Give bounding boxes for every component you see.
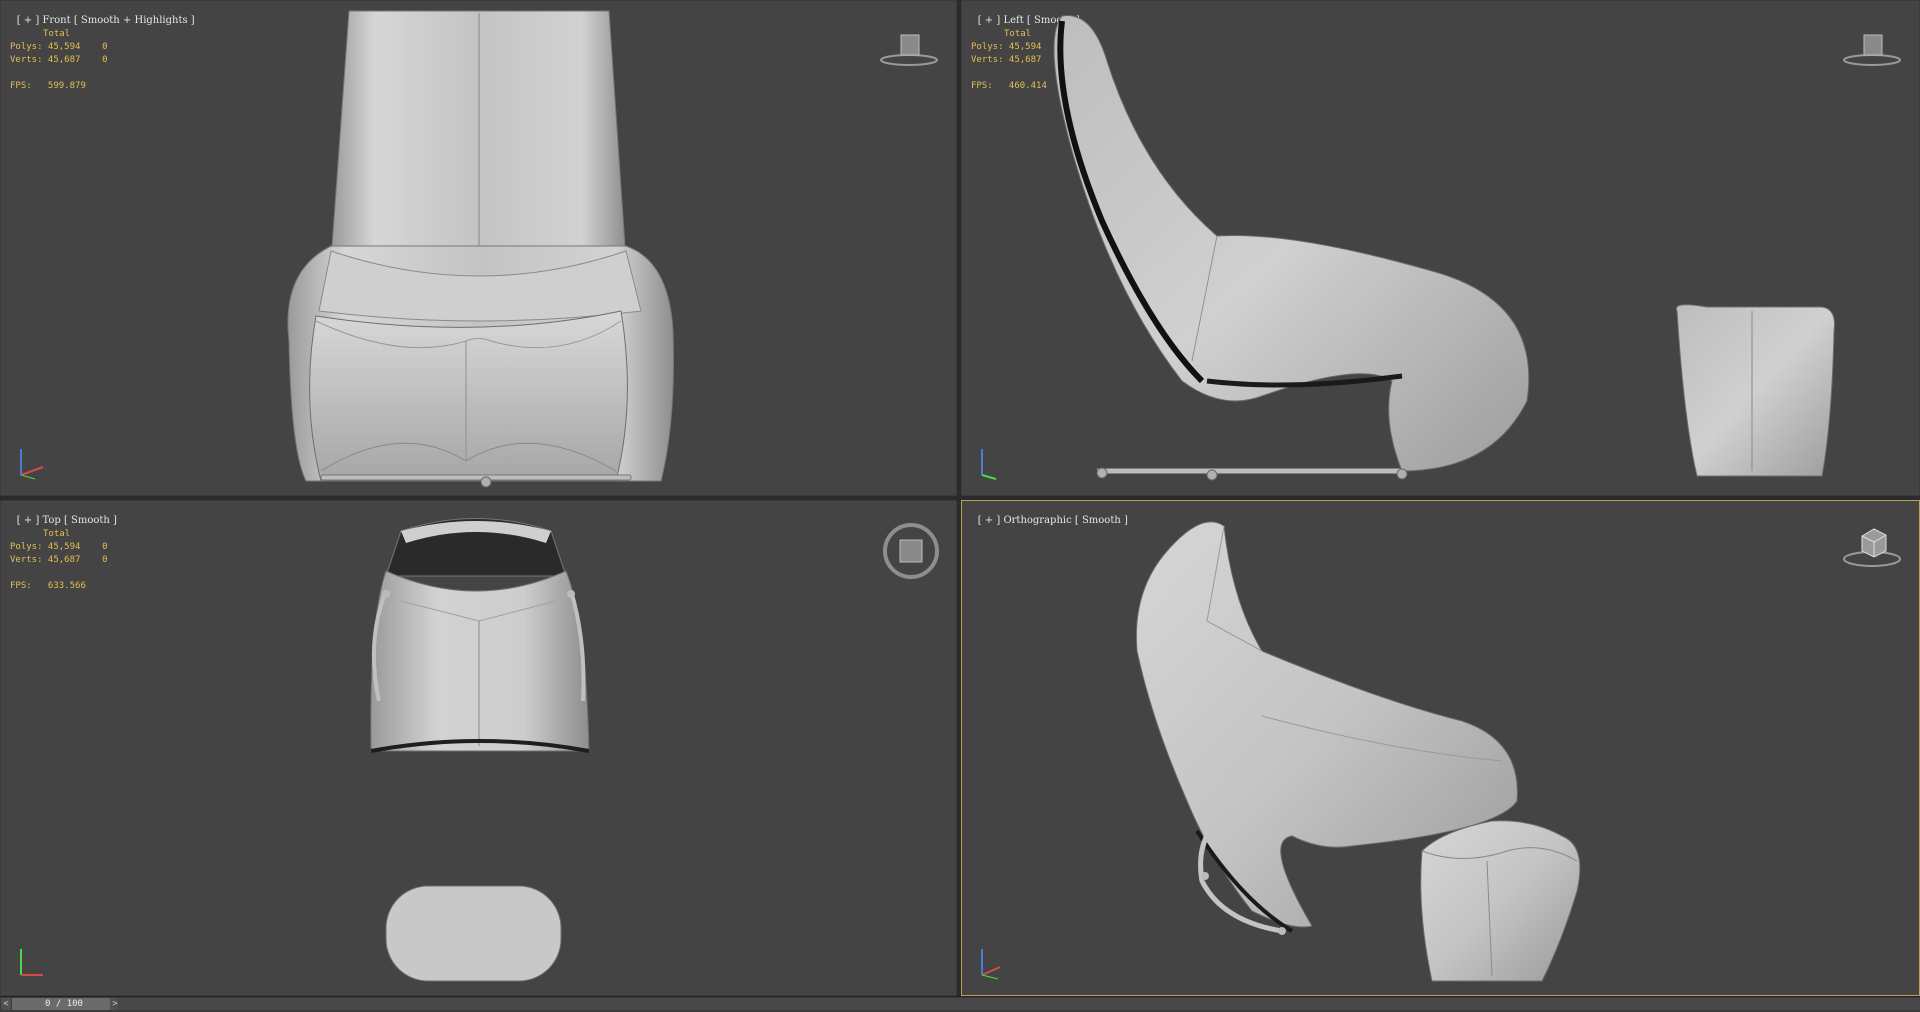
time-slider-bar: < 0 / 100 > [0, 996, 1920, 1012]
chair-front-model[interactable] [1, 1, 957, 496]
viewport-top[interactable]: [ + ] Top [ Smooth ] Total Polys: 45,594… [0, 500, 957, 996]
view-cube-icon[interactable] [879, 31, 939, 67]
axis-gizmo-icon [981, 449, 997, 480]
viewport-orthographic[interactable]: [ + ] Orthographic [ Smooth ] [961, 500, 1920, 996]
view-cube-icon[interactable] [1842, 31, 1902, 67]
axis-gizmo-icon [20, 449, 44, 480]
chair-side-model[interactable] [962, 1, 1920, 496]
chair-perspective-model[interactable] [962, 501, 1920, 996]
view-cube-icon[interactable] [881, 521, 941, 581]
view-cube-icon[interactable] [1842, 521, 1904, 571]
time-slider[interactable]: 0 / 100 [12, 998, 116, 1010]
timeline-track[interactable] [118, 998, 1920, 1010]
axis-gizmo-icon [981, 949, 1001, 980]
viewport-left[interactable]: [ + ] Left [ Smooth ] Total Polys: 45,59… [961, 0, 1920, 496]
axis-gizmo-icon [20, 949, 43, 976]
previous-frame-button[interactable]: < [1, 998, 11, 1010]
viewport-front[interactable]: [ + ] Front [ Smooth + Highlights ] Tota… [0, 0, 957, 496]
chair-top-model[interactable] [1, 501, 957, 996]
